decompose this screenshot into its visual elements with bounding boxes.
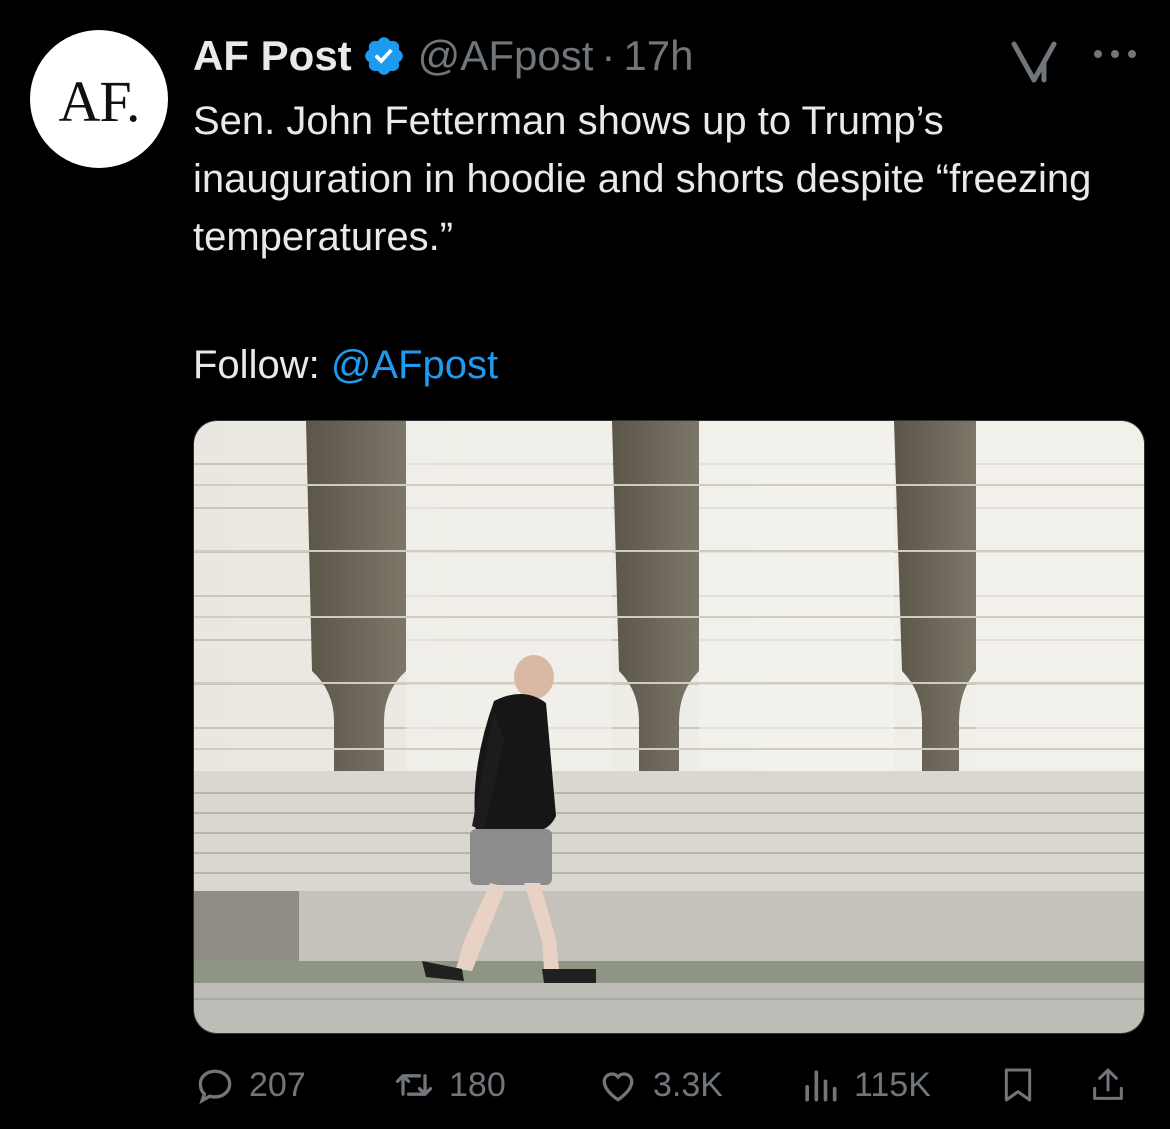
avatar-logo-text: AF. xyxy=(58,68,141,134)
author-name[interactable]: AF Post xyxy=(193,32,352,80)
avatar[interactable]: AF. xyxy=(30,30,168,168)
share-button[interactable] xyxy=(1088,1060,1140,1110)
reply-icon xyxy=(198,1069,232,1105)
grok-icon[interactable] xyxy=(1010,40,1062,84)
action-bar: 207 180 3.3K 115K xyxy=(193,1060,1143,1110)
follow-mention-link[interactable]: @AFpost xyxy=(331,343,498,387)
author-handle[interactable]: @AFpost xyxy=(418,32,594,80)
repost-count: 180 xyxy=(449,1065,506,1104)
bookmark-button[interactable] xyxy=(998,1060,1050,1110)
share-icon xyxy=(1093,1068,1123,1100)
separator-dot: · xyxy=(601,32,616,79)
post-text: Sen. John Fetterman shows up to Trump’s … xyxy=(193,99,1103,259)
post-photo[interactable] xyxy=(193,420,1145,1034)
bookmark-icon xyxy=(1004,1068,1032,1102)
views-count: 115K xyxy=(854,1065,931,1104)
like-button[interactable]: 3.3K xyxy=(595,1060,723,1110)
views-icon xyxy=(805,1070,837,1102)
repost-button[interactable]: 180 xyxy=(391,1060,506,1110)
tweet-header: AF Post @AFpost · 17h xyxy=(193,26,693,86)
repost-icon xyxy=(395,1074,433,1096)
more-icon[interactable] xyxy=(1090,42,1140,66)
reply-button[interactable]: 207 xyxy=(193,1060,306,1110)
follow-line: Follow: @AFpost xyxy=(193,336,498,394)
tweet[interactable]: AF. AF Post @AFpost · 17h Sen. John Fett… xyxy=(0,0,1170,1129)
reply-count: 207 xyxy=(249,1065,306,1104)
follow-label: Follow: xyxy=(193,343,331,387)
views-button[interactable]: 115K xyxy=(798,1060,931,1110)
like-icon xyxy=(602,1072,634,1102)
verified-badge-icon[interactable] xyxy=(362,34,406,78)
post-time[interactable]: 17h xyxy=(623,32,693,80)
photo-scene xyxy=(194,421,1144,1033)
like-count: 3.3K xyxy=(653,1065,723,1104)
